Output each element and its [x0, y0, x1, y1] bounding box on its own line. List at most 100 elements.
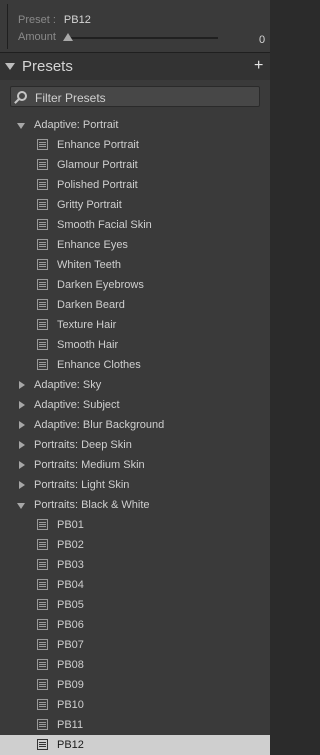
- amount-slider-track[interactable]: [68, 37, 218, 39]
- preset-item[interactable]: PB08: [0, 655, 270, 675]
- search-icon: [17, 91, 27, 101]
- preset-item[interactable]: PB10: [0, 695, 270, 715]
- preset-group-label: Adaptive: Sky: [34, 379, 102, 391]
- collapsed-triangle-icon[interactable]: [19, 381, 25, 389]
- preset-item[interactable]: PB05: [0, 595, 270, 615]
- preset-item[interactable]: Glamour Portrait: [0, 155, 270, 175]
- preset-item[interactable]: PB04: [0, 575, 270, 595]
- preset-item-label: Smooth Facial Skin: [57, 219, 152, 231]
- preset-item[interactable]: PB03: [0, 555, 270, 575]
- preset-item-label: PB07: [57, 639, 84, 651]
- preset-item-label: PB05: [57, 599, 84, 611]
- preset-doc-icon: [37, 699, 48, 710]
- preset-item[interactable]: Whiten Teeth: [0, 255, 270, 275]
- preset-item[interactable]: PB11: [0, 715, 270, 735]
- preset-group[interactable]: Adaptive: Sky: [0, 375, 270, 395]
- preset-item-label: Darken Beard: [57, 299, 125, 311]
- preset-group-label: Portraits: Black & White: [34, 499, 150, 511]
- filter-presets-placeholder: Filter Presets: [35, 91, 106, 105]
- preset-item[interactable]: Gritty Portrait: [0, 195, 270, 215]
- preset-item-label: Enhance Eyes: [57, 239, 128, 251]
- collapsed-triangle-icon[interactable]: [19, 461, 25, 469]
- preset-item[interactable]: PB12: [0, 735, 270, 755]
- presets-title: Presets: [22, 58, 73, 75]
- preset-item-label: PB08: [57, 659, 84, 671]
- preset-item[interactable]: Enhance Eyes: [0, 235, 270, 255]
- presets-panel-header[interactable]: Presets +: [0, 52, 270, 80]
- preset-group-label: Adaptive: Blur Background: [34, 419, 165, 431]
- preset-group[interactable]: Portraits: Deep Skin: [0, 435, 270, 455]
- preset-item[interactable]: Darken Eyebrows: [0, 275, 270, 295]
- collapsed-triangle-icon[interactable]: [19, 441, 25, 449]
- preset-item[interactable]: Smooth Hair: [0, 335, 270, 355]
- preset-item[interactable]: PB06: [0, 615, 270, 635]
- preset-tree: Adaptive: Portrait Enhance Portrait Glamou…: [0, 115, 270, 755]
- preset-label: Preset :: [18, 14, 56, 26]
- preset-item-label: Enhance Portrait: [57, 139, 139, 151]
- filter-presets-input[interactable]: Filter Presets: [10, 86, 260, 107]
- preset-group[interactable]: Portraits: Black & White: [0, 495, 270, 515]
- preset-group[interactable]: Portraits: Medium Skin: [0, 455, 270, 475]
- preset-doc-icon: [37, 359, 48, 370]
- collapsed-triangle-icon[interactable]: [19, 401, 25, 409]
- plus-icon[interactable]: +: [254, 57, 263, 75]
- preset-item-label: Enhance Clothes: [57, 359, 141, 371]
- preset-item[interactable]: PB02: [0, 535, 270, 555]
- preset-doc-icon: [37, 299, 48, 310]
- preset-group[interactable]: Adaptive: Subject: [0, 395, 270, 415]
- expanded-triangle-icon[interactable]: [17, 503, 25, 509]
- preset-doc-icon: [37, 139, 48, 150]
- preset-value: PB12: [63, 14, 91, 26]
- preset-item[interactable]: PB07: [0, 635, 270, 655]
- preset-group-label: Adaptive: Subject: [34, 399, 120, 411]
- panel-gutter: [270, 0, 302, 754]
- preset-doc-icon: [37, 619, 48, 630]
- preset-doc-icon: [37, 579, 48, 590]
- preset-doc-icon: [37, 599, 48, 610]
- preset-item-label: PB12: [57, 739, 84, 751]
- preset-item[interactable]: PB01: [0, 515, 270, 535]
- preset-item[interactable]: Texture Hair: [0, 315, 270, 335]
- expanded-triangle-icon[interactable]: [17, 123, 25, 129]
- preset-doc-icon: [37, 639, 48, 650]
- collapsed-triangle-icon[interactable]: [19, 481, 25, 489]
- preset-group-label: Portraits: Deep Skin: [34, 439, 132, 451]
- preset-item-label: Gritty Portrait: [57, 199, 122, 211]
- preset-doc-icon: [37, 519, 48, 530]
- preset-item-label: Texture Hair: [57, 319, 117, 331]
- preset-group-label: Portraits: Medium Skin: [34, 459, 145, 471]
- preset-doc-icon: [37, 679, 48, 690]
- preset-item-label: PB01: [57, 519, 84, 531]
- preset-doc-icon: [37, 159, 48, 170]
- preset-doc-icon: [37, 719, 48, 730]
- preset-item[interactable]: Enhance Clothes: [0, 355, 270, 375]
- preset-item[interactable]: Enhance Portrait: [0, 135, 270, 155]
- collapsed-triangle-icon[interactable]: [19, 421, 25, 429]
- preset-row: Preset : PB12: [18, 14, 91, 26]
- amount-value[interactable]: 0: [259, 34, 265, 46]
- preset-item-label: PB04: [57, 579, 84, 591]
- preset-item[interactable]: PB09: [0, 675, 270, 695]
- preset-item-label: Smooth Hair: [57, 339, 119, 351]
- preset-doc-icon: [37, 559, 48, 570]
- preset-item-label: PB03: [57, 559, 84, 571]
- preset-doc-icon: [37, 659, 48, 670]
- amount-slider-thumb[interactable]: [63, 33, 73, 41]
- preset-group[interactable]: Adaptive: Portrait: [0, 115, 270, 135]
- preset-group[interactable]: Adaptive: Blur Background: [0, 415, 270, 435]
- preset-doc-icon: [37, 239, 48, 250]
- preset-doc-icon: [37, 219, 48, 230]
- preset-doc-icon: [37, 739, 48, 750]
- preset-item[interactable]: Polished Portrait: [0, 175, 270, 195]
- collapse-triangle-icon[interactable]: [5, 63, 15, 70]
- preset-item-label: PB09: [57, 679, 84, 691]
- preset-item-label: PB06: [57, 619, 84, 631]
- preset-group[interactable]: Portraits: Light Skin: [0, 475, 270, 495]
- preset-item[interactable]: Darken Beard: [0, 295, 270, 315]
- preset-group-label: Adaptive: Portrait: [34, 119, 119, 131]
- preset-item[interactable]: Smooth Facial Skin: [0, 215, 270, 235]
- amount-label: Amount: [18, 31, 56, 43]
- preset-item-label: PB11: [57, 719, 84, 731]
- preset-item-label: Polished Portrait: [57, 179, 138, 191]
- preset-item-label: Whiten Teeth: [57, 259, 122, 271]
